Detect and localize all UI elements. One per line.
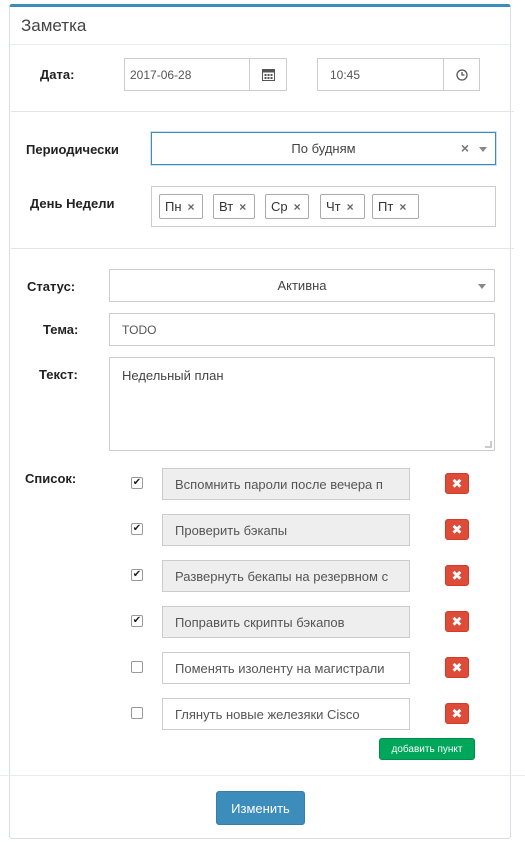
chevron-down-icon bbox=[478, 283, 486, 289]
remove-tag-icon[interactable]: × bbox=[347, 200, 354, 214]
list-item-input[interactable]: Поправить скрипты бэкапов bbox=[162, 606, 410, 638]
clock-icon-glyph bbox=[455, 68, 468, 81]
periodic-select[interactable]: По будням × bbox=[151, 132, 496, 165]
item-checkbox[interactable] bbox=[131, 661, 143, 673]
chevron-down-icon bbox=[479, 146, 487, 152]
divider bbox=[11, 248, 514, 249]
delete-item-button[interactable]: ✖ bbox=[445, 611, 469, 632]
tag-fri: Пт × bbox=[372, 194, 419, 219]
tag-tue: Вт × bbox=[213, 194, 255, 219]
weekday-tags[interactable]: Пн × Вт × Ср × Чт × Пт × bbox=[151, 186, 496, 227]
calendar-icon-glyph bbox=[261, 69, 275, 81]
tag-label: Ср bbox=[271, 199, 288, 214]
item-checkbox[interactable] bbox=[131, 707, 143, 719]
tag-mon: Пн × bbox=[159, 194, 203, 219]
remove-tag-icon[interactable]: × bbox=[188, 200, 195, 214]
item-checkbox[interactable]: ✔ bbox=[131, 569, 143, 581]
tag-label: Пн bbox=[165, 199, 182, 214]
delete-item-button[interactable]: ✖ bbox=[445, 473, 469, 494]
status-value: Активна bbox=[277, 278, 327, 293]
item-checkbox[interactable]: ✔ bbox=[131, 477, 143, 489]
tag-thu: Чт × bbox=[320, 194, 365, 219]
topic-input[interactable]: TODO bbox=[109, 313, 495, 346]
footer-divider bbox=[0, 775, 525, 776]
list-item-input[interactable]: Поменять изоленту на магистрали bbox=[162, 652, 410, 684]
remove-tag-icon[interactable]: × bbox=[239, 200, 246, 214]
header-divider bbox=[10, 44, 510, 45]
add-item-button[interactable]: добавить пункт bbox=[379, 738, 475, 760]
submit-button[interactable]: Изменить bbox=[216, 791, 305, 825]
topic-label: Тема: bbox=[43, 322, 79, 337]
list-item-input[interactable]: Глянуть новые железяки Cisco bbox=[162, 698, 410, 730]
periodic-label: Периодически bbox=[26, 142, 119, 157]
status-label: Статус: bbox=[27, 279, 76, 294]
tag-wed: Ср × bbox=[265, 194, 309, 219]
weekday-label: День Недели bbox=[30, 196, 115, 211]
item-checkbox[interactable]: ✔ bbox=[131, 523, 143, 535]
list-label: Список: bbox=[25, 471, 77, 486]
list-item-input[interactable]: Вспомнить пароли после вечера п bbox=[162, 468, 410, 500]
delete-item-button[interactable]: ✖ bbox=[445, 519, 469, 540]
clock-icon[interactable] bbox=[443, 58, 480, 91]
calendar-icon[interactable] bbox=[249, 58, 287, 91]
periodic-value: По будням bbox=[291, 141, 356, 156]
date-label: Дата: bbox=[40, 67, 75, 82]
tag-label: Вт bbox=[219, 199, 234, 214]
delete-item-button[interactable]: ✖ bbox=[445, 565, 469, 586]
status-select[interactable]: Активна bbox=[109, 269, 495, 302]
item-checkbox[interactable]: ✔ bbox=[131, 615, 143, 627]
resize-grip-icon[interactable] bbox=[485, 441, 492, 448]
tag-label: Пт bbox=[378, 199, 394, 214]
text-value: Недельный план bbox=[122, 368, 224, 383]
clear-icon[interactable]: × bbox=[461, 140, 469, 156]
list-item-input[interactable]: Развернуть бекапы на резервном с bbox=[162, 560, 410, 592]
remove-tag-icon[interactable]: × bbox=[399, 200, 406, 214]
date-input[interactable]: 2017-06-28 bbox=[124, 58, 250, 91]
remove-tag-icon[interactable]: × bbox=[294, 200, 301, 214]
tag-label: Чт bbox=[326, 199, 341, 214]
delete-item-button[interactable]: ✖ bbox=[445, 657, 469, 678]
text-label: Текст: bbox=[39, 367, 78, 382]
divider bbox=[11, 111, 514, 112]
list-item-input[interactable]: Проверить бэкапы bbox=[162, 514, 410, 546]
delete-item-button[interactable]: ✖ bbox=[445, 703, 469, 724]
time-input[interactable]: 10:45 bbox=[317, 58, 444, 91]
text-area[interactable]: Недельный план bbox=[109, 357, 495, 451]
panel-title: Заметка bbox=[21, 16, 87, 35]
